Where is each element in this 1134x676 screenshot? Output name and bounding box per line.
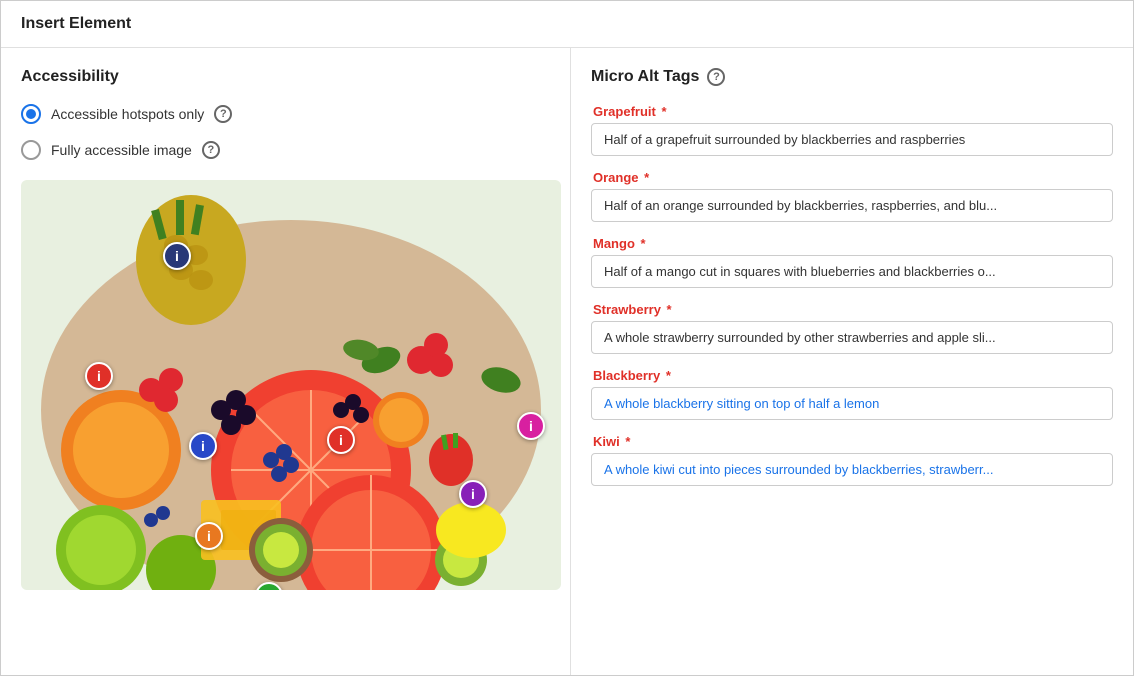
field-mango-label: Mango * <box>591 236 1113 251</box>
field-blackberry: Blackberry * <box>591 368 1113 420</box>
radio-full-circle[interactable] <box>21 140 41 160</box>
field-blackberry-label: Blackberry * <box>591 368 1113 383</box>
field-mango: Mango * <box>591 236 1113 288</box>
hotspot-orange[interactable]: i <box>195 522 223 550</box>
field-strawberry-input[interactable] <box>591 321 1113 354</box>
dialog: Insert Element Accessibility Accessible … <box>0 0 1134 676</box>
accessibility-options: Accessible hotspots only ? Fully accessi… <box>21 104 550 160</box>
field-orange-label: Orange * <box>591 170 1113 185</box>
micro-alt-title: Micro Alt Tags <box>591 68 699 86</box>
hotspot-grapefruit[interactable]: i <box>327 426 355 454</box>
field-blackberry-input[interactable] <box>591 387 1113 420</box>
radio-hotspots[interactable]: Accessible hotspots only ? <box>21 104 550 124</box>
radio-full-label: Fully accessible image <box>51 142 192 158</box>
field-grapefruit-input[interactable] <box>591 123 1113 156</box>
full-help-icon[interactable]: ? <box>202 141 220 159</box>
field-kiwi-input[interactable] <box>591 453 1113 486</box>
fruit-image: i i i i i i i i <box>21 180 561 590</box>
field-grapefruit-label: Grapefruit * <box>591 104 1113 119</box>
field-strawberry-label: Strawberry * <box>591 302 1113 317</box>
dialog-header: Insert Element <box>1 1 1133 48</box>
dialog-title: Insert Element <box>21 15 131 32</box>
right-panel: Micro Alt Tags ? Grapefruit * Orange * <box>571 48 1133 675</box>
hotspot-mango[interactable]: i <box>189 432 217 460</box>
accessibility-title: Accessibility <box>21 68 550 86</box>
field-mango-input[interactable] <box>591 255 1113 288</box>
left-panel: Accessibility Accessible hotspots only ?… <box>1 48 571 675</box>
micro-alt-header: Micro Alt Tags ? <box>591 68 1113 86</box>
radio-hotspots-label: Accessible hotspots only <box>51 106 204 122</box>
field-strawberry: Strawberry * <box>591 302 1113 354</box>
radio-full[interactable]: Fully accessible image ? <box>21 140 550 160</box>
field-kiwi-label: Kiwi * <box>591 434 1113 449</box>
hotspot-blackberry[interactable]: i <box>459 480 487 508</box>
hotspots-help-icon[interactable]: ? <box>214 105 232 123</box>
dialog-body: Accessibility Accessible hotspots only ?… <box>1 48 1133 675</box>
field-orange: Orange * <box>591 170 1113 222</box>
radio-hotspots-circle[interactable] <box>21 104 41 124</box>
hotspot-raspberry[interactable]: i <box>85 362 113 390</box>
micro-alt-help-icon[interactable]: ? <box>707 68 725 86</box>
field-grapefruit: Grapefruit * <box>591 104 1113 156</box>
field-kiwi: Kiwi * <box>591 434 1113 486</box>
hotspot-strawberry[interactable]: i <box>517 412 545 440</box>
hotspot-pineapple[interactable]: i <box>163 242 191 270</box>
field-orange-input[interactable] <box>591 189 1113 222</box>
